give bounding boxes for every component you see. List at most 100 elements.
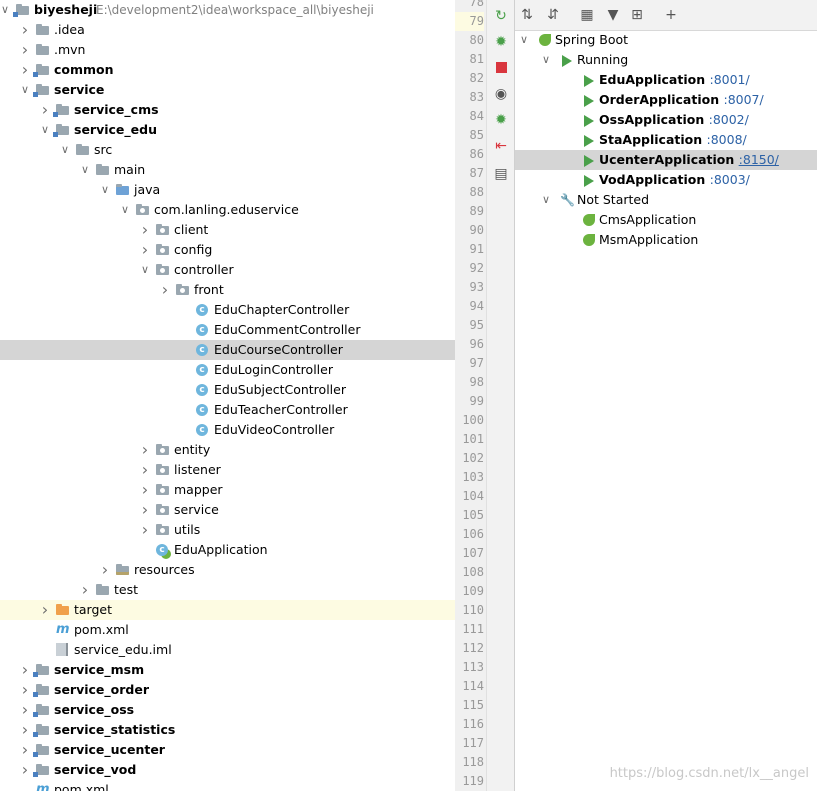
- chevron-right-icon[interactable]: ›: [138, 460, 152, 480]
- tree-row[interactable]: › .idea: [0, 20, 455, 40]
- tree-row[interactable]: m pom.xml: [0, 620, 455, 640]
- service-port-link[interactable]: :8007/: [723, 92, 763, 107]
- collapse-all-icon[interactable]: ⇵: [545, 6, 561, 24]
- group-by-icon[interactable]: ▦: [579, 6, 595, 24]
- tree-row[interactable]: › service_msm: [0, 660, 455, 680]
- chevron-right-icon[interactable]: ›: [38, 100, 52, 120]
- tree-row[interactable]: › front: [0, 280, 455, 300]
- service-row[interactable]: OssApplication :8002/: [515, 110, 817, 130]
- chevron-down-icon[interactable]: ∨: [539, 190, 553, 210]
- chevron-down-icon[interactable]: ∨: [98, 180, 112, 200]
- tree-row[interactable]: ∨ com.lanling.eduservice: [0, 200, 455, 220]
- service-port-link[interactable]: :8001/: [709, 72, 749, 87]
- tree-row[interactable]: › resources: [0, 560, 455, 580]
- chevron-right-icon[interactable]: ›: [18, 700, 32, 720]
- chevron-right-icon[interactable]: ›: [78, 580, 92, 600]
- chevron-right-icon[interactable]: ›: [138, 500, 152, 520]
- chevron-right-icon[interactable]: ›: [18, 740, 32, 760]
- service-row[interactable]: UcenterApplication :8150/: [515, 150, 817, 170]
- tree-row[interactable]: ∨ service_edu: [0, 120, 455, 140]
- chevron-right-icon[interactable]: ›: [138, 480, 152, 500]
- expand-all-icon[interactable]: ⇅: [519, 6, 535, 24]
- chevron-down-icon[interactable]: ∨: [18, 80, 32, 100]
- chevron-right-icon[interactable]: ›: [18, 660, 32, 680]
- tree-row[interactable]: › target: [0, 600, 455, 620]
- chevron-down-icon[interactable]: ∨: [138, 260, 152, 280]
- chevron-right-icon[interactable]: ›: [18, 680, 32, 700]
- tree-row[interactable]: c EduSubjectController: [0, 380, 455, 400]
- tree-row[interactable]: ∨ java: [0, 180, 455, 200]
- tree-row[interactable]: › common: [0, 60, 455, 80]
- tree-row[interactable]: › service_vod: [0, 760, 455, 780]
- tree-row[interactable]: ∨ controller: [0, 260, 455, 280]
- chevron-right-icon[interactable]: ›: [158, 280, 172, 300]
- service-row[interactable]: EduApplication :8001/: [515, 70, 817, 90]
- service-row[interactable]: VodApplication :8003/: [515, 170, 817, 190]
- service-row[interactable]: ∨ 🔧 Not Started: [515, 190, 817, 210]
- tree-row[interactable]: › entity: [0, 440, 455, 460]
- tree-row[interactable]: ∨ src: [0, 140, 455, 160]
- tree-row[interactable]: c EduApplication: [0, 540, 455, 560]
- tree-row[interactable]: c EduChapterController: [0, 300, 455, 320]
- chevron-right-icon[interactable]: ›: [18, 720, 32, 740]
- tree-row[interactable]: c EduCourseController: [0, 340, 455, 360]
- tree-row[interactable]: › service_oss: [0, 700, 455, 720]
- add-service-icon[interactable]: +: [663, 6, 679, 24]
- tree-row[interactable]: › config: [0, 240, 455, 260]
- tree-row[interactable]: › service_cms: [0, 100, 455, 120]
- tree-row[interactable]: ∨ biyesheji E:\development2\idea\workspace…: [0, 0, 455, 20]
- tree-row[interactable]: c EduLoginController: [0, 360, 455, 380]
- tree-row[interactable]: c EduTeacherController: [0, 400, 455, 420]
- tree-row[interactable]: ∨ main: [0, 160, 455, 180]
- chevron-right-icon[interactable]: ›: [18, 60, 32, 80]
- chevron-right-icon[interactable]: ›: [138, 520, 152, 540]
- chevron-right-icon[interactable]: ›: [138, 440, 152, 460]
- tree-row[interactable]: › service: [0, 500, 455, 520]
- chevron-down-icon[interactable]: ∨: [539, 50, 553, 70]
- chevron-right-icon[interactable]: ›: [98, 560, 112, 580]
- tree-row[interactable]: service_edu.iml: [0, 640, 455, 660]
- service-row[interactable]: OrderApplication :8007/: [515, 90, 817, 110]
- camera-icon[interactable]: ◉: [493, 86, 509, 102]
- chevron-down-icon[interactable]: ∨: [118, 200, 132, 220]
- tree-row[interactable]: › listener: [0, 460, 455, 480]
- service-row[interactable]: MsmApplication: [515, 230, 817, 250]
- service-port-link[interactable]: :8008/: [707, 132, 747, 147]
- chevron-right-icon[interactable]: ›: [38, 600, 52, 620]
- stop-icon[interactable]: [493, 60, 509, 76]
- service-port-link[interactable]: :8002/: [709, 112, 749, 127]
- tree-row[interactable]: › utils: [0, 520, 455, 540]
- debug-icon[interactable]: ✹: [493, 34, 509, 50]
- service-port-link[interactable]: :8003/: [710, 172, 750, 187]
- tree-row[interactable]: › client: [0, 220, 455, 240]
- chevron-down-icon[interactable]: ∨: [0, 0, 12, 20]
- tree-row[interactable]: ∨ service: [0, 80, 455, 100]
- chevron-down-icon[interactable]: ∨: [58, 140, 72, 160]
- chevron-right-icon[interactable]: ›: [138, 220, 152, 240]
- tree-row[interactable]: m pom.xml: [0, 780, 455, 791]
- project-tree[interactable]: ∨ biyesheji E:\development2\idea\workspace…: [0, 0, 455, 791]
- chevron-down-icon[interactable]: ∨: [78, 160, 92, 180]
- service-row[interactable]: ∨ Spring Boot: [515, 30, 817, 50]
- tree-row[interactable]: › .mvn: [0, 40, 455, 60]
- chevron-right-icon[interactable]: ›: [18, 760, 32, 780]
- exit-icon[interactable]: ⇤: [493, 138, 509, 154]
- filter-icon[interactable]: ▼: [605, 6, 621, 24]
- service-port-link[interactable]: :8150/: [739, 152, 779, 167]
- tree-row[interactable]: › service_ucenter: [0, 740, 455, 760]
- rerun-icon[interactable]: ↻: [493, 8, 509, 24]
- chevron-right-icon[interactable]: ›: [18, 40, 32, 60]
- chevron-down-icon[interactable]: ∨: [517, 30, 531, 50]
- tree-row[interactable]: › mapper: [0, 480, 455, 500]
- service-row[interactable]: StaApplication :8008/: [515, 130, 817, 150]
- tree-row[interactable]: c EduVideoController: [0, 420, 455, 440]
- layout-icon[interactable]: ▤: [493, 166, 509, 182]
- chevron-right-icon[interactable]: ›: [138, 240, 152, 260]
- tree-row[interactable]: › service_statistics: [0, 720, 455, 740]
- service-row[interactable]: ∨ Running: [515, 50, 817, 70]
- service-row[interactable]: CmsApplication: [515, 210, 817, 230]
- chevron-down-icon[interactable]: ∨: [38, 120, 52, 140]
- profile-icon[interactable]: ✹: [493, 112, 509, 128]
- tree-row[interactable]: c EduCommentController: [0, 320, 455, 340]
- new-tab-icon[interactable]: ⊞: [629, 6, 645, 24]
